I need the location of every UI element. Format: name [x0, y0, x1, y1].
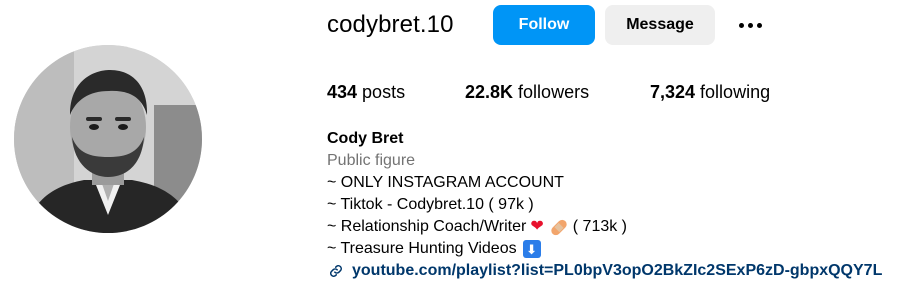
bio-link-text[interactable]: youtube.com/playlist?list=PL0bpV3opO2BkZ…	[352, 260, 882, 282]
bio-line-tail: ( 713k )	[572, 218, 628, 235]
followers-number: 22.8K	[465, 82, 514, 102]
red-heart-emoji: ❤	[530, 218, 544, 235]
dot-icon	[747, 22, 753, 28]
dot-icon	[738, 22, 744, 28]
profile-username: codybret.10	[327, 11, 454, 38]
link-icon	[327, 262, 345, 280]
bio-link[interactable]: youtube.com/playlist?list=PL0bpV3opO2BkZ…	[327, 260, 882, 282]
bio-line: ~ ONLY INSTAGRAM ACCOUNT	[327, 174, 564, 191]
bandage-emoji-icon	[549, 217, 569, 237]
followers-link[interactable]: 22.8K followers	[465, 81, 589, 103]
bio-line: ~ Treasure Hunting Videos ⬇	[327, 238, 882, 260]
dot-icon	[756, 22, 762, 28]
message-button[interactable]: Message	[605, 5, 715, 45]
followers-label: followers	[513, 82, 590, 102]
profile-avatar[interactable]	[14, 45, 202, 233]
following-number: 7,324	[650, 82, 696, 102]
following-label: following	[695, 82, 771, 102]
following-link[interactable]: 7,324 following	[650, 81, 770, 103]
bio-line: ~ Tiktok - Codybret.10 ( 97k )	[327, 196, 534, 213]
avatar-photo	[14, 45, 202, 233]
bio-line-text: ~ Relationship Coach/Writer	[327, 218, 527, 235]
posts-count: 434 posts	[327, 81, 405, 103]
follow-button[interactable]: Follow	[493, 5, 595, 45]
bio-line: ~ Relationship Coach/Writer ❤ ( 713k )	[327, 216, 882, 238]
profile-bio: Cody Bret Public figure ~ ONLY INSTAGRAM…	[327, 128, 882, 282]
more-options-icon[interactable]	[733, 13, 767, 37]
profile-category: Public figure	[327, 152, 416, 169]
down-arrow-emoji: ⬇	[522, 240, 541, 258]
bio-line-text: ~ Treasure Hunting Videos	[327, 240, 517, 257]
posts-number: 434	[327, 82, 358, 102]
posts-label: posts	[357, 82, 406, 102]
profile-full-name: Cody Bret	[327, 130, 404, 147]
